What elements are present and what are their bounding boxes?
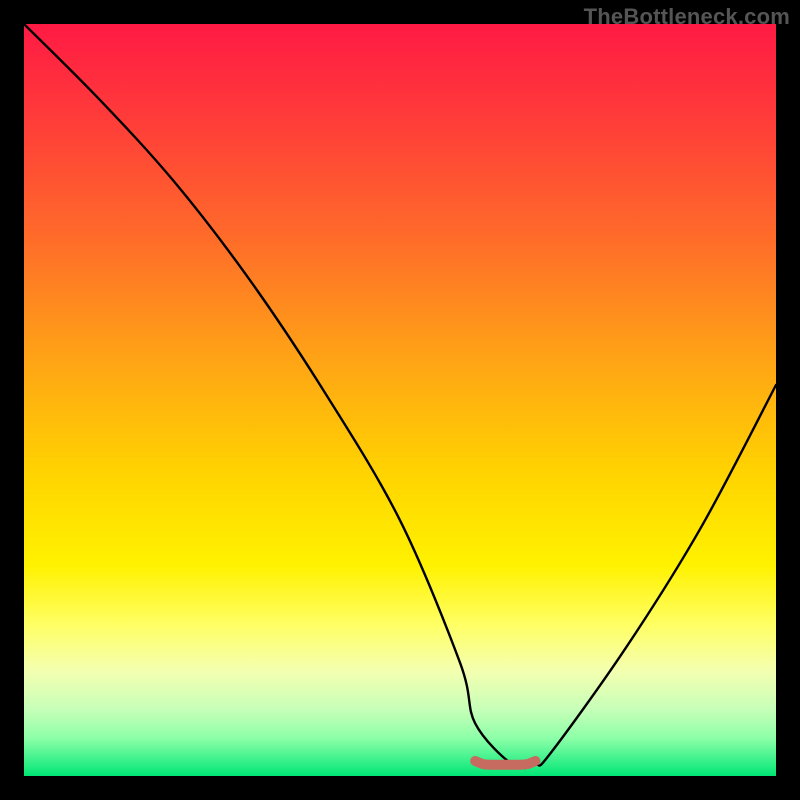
- bottleneck-curve-path: [24, 24, 776, 768]
- watermark-text: TheBottleneck.com: [584, 4, 790, 30]
- chart-frame: [24, 24, 776, 776]
- chart-svg: [24, 24, 776, 776]
- bottleneck-flat-marker-path: [475, 761, 535, 765]
